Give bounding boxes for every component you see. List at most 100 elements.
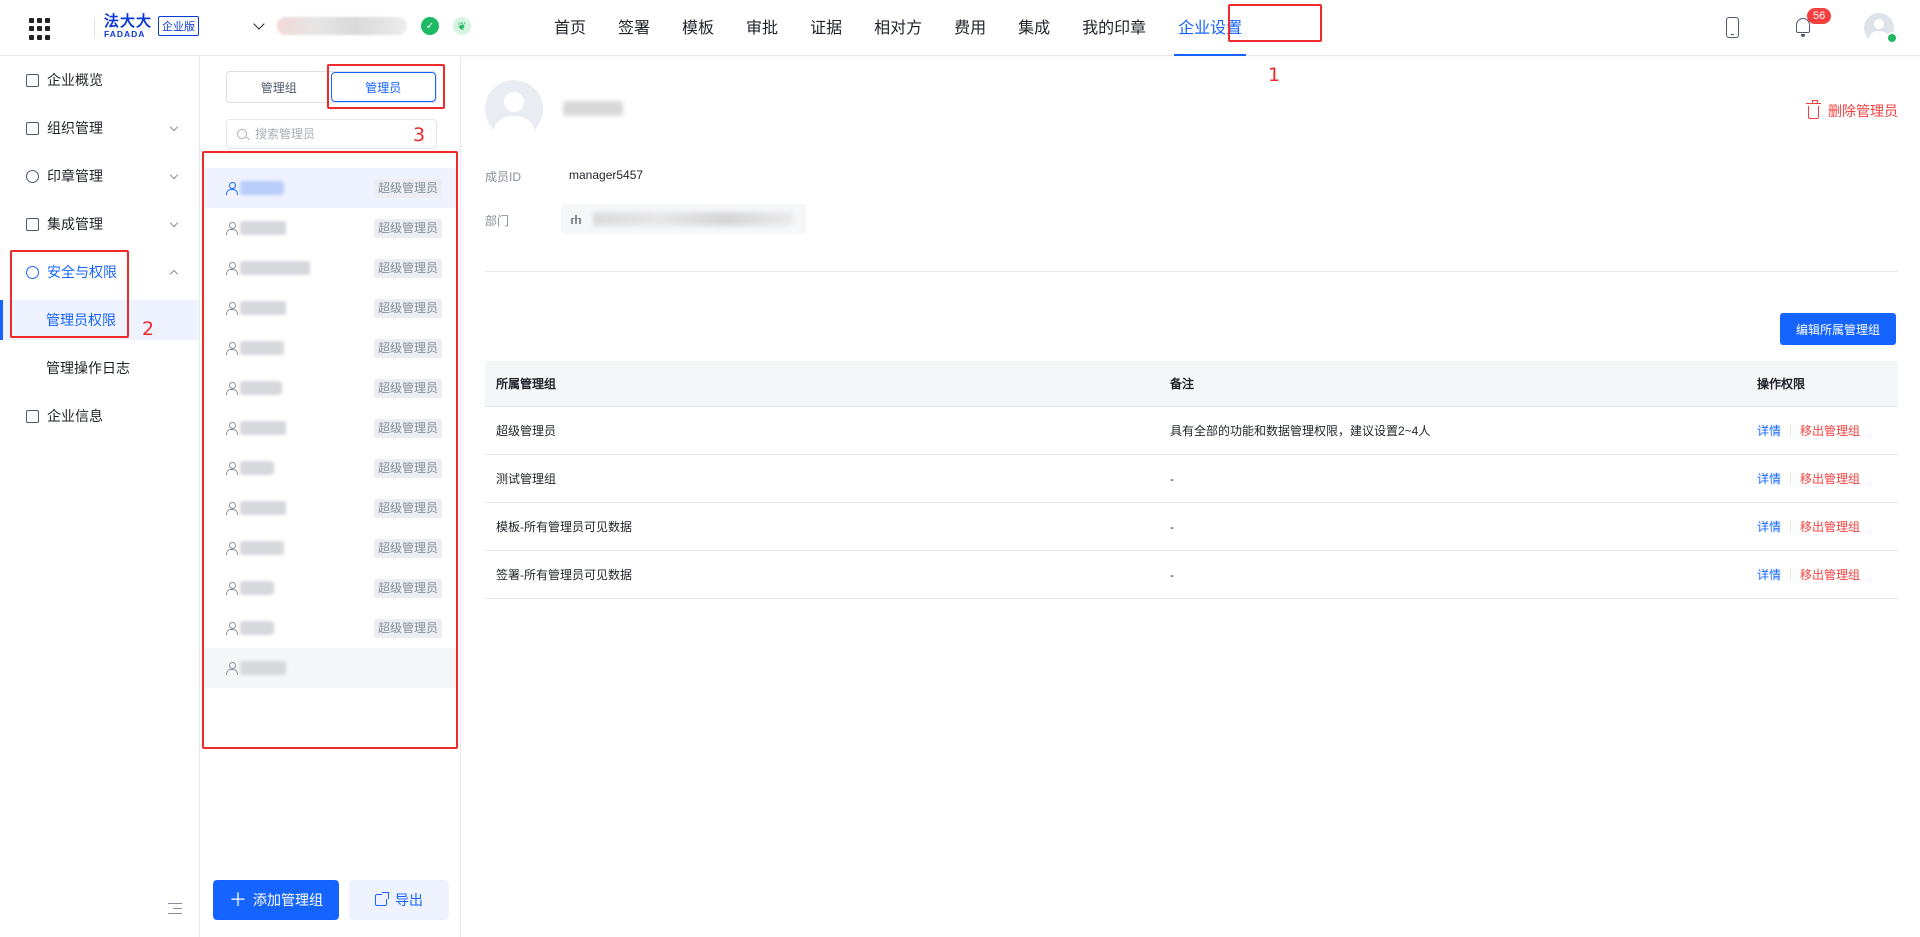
mobile-icon[interactable]: [1726, 17, 1739, 38]
admin-list-item[interactable]: 超级管理员: [204, 488, 456, 528]
role-tag: 超级管理员: [373, 259, 442, 278]
admin-list-item[interactable]: 超级管理员: [204, 248, 456, 288]
delete-admin-button[interactable]: 删除管理员: [1806, 99, 1898, 121]
sidebar-item-seals[interactable]: 印章管理: [0, 156, 199, 196]
sidebar-item-integration[interactable]: 集成管理: [0, 204, 199, 244]
admin-list-panel: 管理组 管理员 3 超级管理员 超级管理员 超级管理员 超级管理员: [200, 56, 461, 937]
tab-admin-groups[interactable]: 管理组: [227, 72, 331, 102]
table-row: 测试管理组 - 详情 移出管理组: [485, 455, 1898, 503]
person-icon: [226, 542, 238, 555]
plus-icon: ＋: [229, 890, 247, 910]
admin-search[interactable]: [226, 119, 437, 149]
sidebar-item-security[interactable]: 安全与权限: [0, 252, 199, 292]
app-grid-icon[interactable]: [29, 18, 51, 40]
row-actions: 详情 移出管理组: [1757, 422, 1860, 439]
chevron-down-icon[interactable]: [253, 18, 265, 30]
nav-enterprise-settings[interactable]: 企业设置: [1162, 0, 1258, 56]
delete-admin-label: 删除管理员: [1828, 103, 1898, 119]
chevron-up-icon: [169, 269, 179, 279]
admin-detail-panel: 删除管理员 成员ID manager5457 部门 编辑所属管理组 所属管理组 …: [462, 56, 1920, 937]
export-button[interactable]: 导出: [349, 880, 449, 920]
admin-groups-table: 所属管理组 备注 操作权限 超级管理员 具有全部的功能和数据管理权限，建议设置2…: [485, 361, 1898, 599]
detail-link[interactable]: 详情: [1757, 566, 1781, 583]
tab-admins[interactable]: 管理员: [330, 72, 436, 102]
group-name: 签署-所有管理员可见数据: [496, 568, 632, 582]
nav-billing[interactable]: 费用: [938, 0, 1002, 56]
top-bar: 法大大 FADADA 企业版 ✓ ❦ 首页 签署 模板 审批 证据 相对方 费用…: [0, 0, 1920, 56]
admin-list-item[interactable]: 超级管理员: [204, 568, 456, 608]
export-label: 导出: [395, 892, 423, 908]
add-admin-group-label: 添加管理组: [253, 892, 323, 908]
admin-list-item[interactable]: [204, 648, 456, 688]
admin-name-redacted: [240, 421, 286, 435]
annotation-number-2: 2: [142, 318, 155, 340]
remove-from-group-link[interactable]: 移出管理组: [1800, 470, 1860, 487]
role-tag: 超级管理员: [373, 299, 442, 318]
group-name: 模板-所有管理员可见数据: [496, 520, 632, 534]
person-icon: [226, 382, 238, 395]
admin-name-redacted: [240, 501, 286, 515]
trash-icon: [1806, 99, 1821, 119]
search-input[interactable]: [255, 127, 425, 141]
collapse-sidebar-icon[interactable]: [168, 903, 182, 915]
admin-list-item[interactable]: 超级管理员: [204, 368, 456, 408]
action-separator: [1790, 569, 1792, 580]
remove-from-group-link[interactable]: 移出管理组: [1800, 422, 1860, 439]
sidebar-item-company-info[interactable]: 企业信息: [0, 396, 199, 436]
export-icon: [375, 892, 389, 906]
nav-approval[interactable]: 审批: [730, 0, 794, 56]
detail-link[interactable]: 详情: [1757, 470, 1781, 487]
sidebar-item-organization[interactable]: 组织管理: [0, 108, 199, 148]
add-admin-group-button[interactable]: ＋ 添加管理组: [213, 880, 339, 920]
admin-list-item[interactable]: 超级管理员: [204, 208, 456, 248]
admin-list-item[interactable]: 超级管理员: [204, 528, 456, 568]
group-note: -: [1170, 471, 1174, 486]
group-note: -: [1170, 567, 1174, 582]
nav-counterparty[interactable]: 相对方: [858, 0, 938, 56]
nav-integration[interactable]: 集成: [1002, 0, 1066, 56]
logo-mark: 法大大 FADADA: [104, 14, 152, 39]
remove-from-group-link[interactable]: 移出管理组: [1800, 518, 1860, 535]
admin-list-item[interactable]: 超级管理员: [204, 168, 456, 208]
action-separator: [1790, 521, 1792, 532]
nav-home[interactable]: 首页: [538, 0, 602, 56]
admin-list-item[interactable]: 超级管理员: [204, 448, 456, 488]
logo-name-en: FADADA: [104, 29, 146, 39]
shield-check-icon: ✓: [421, 17, 439, 35]
sidebar-item-admin-logs[interactable]: 管理操作日志: [0, 348, 199, 388]
nav-my-seals[interactable]: 我的印章: [1066, 0, 1162, 56]
layers-icon: [26, 217, 39, 231]
remove-from-group-link[interactable]: 移出管理组: [1800, 566, 1860, 583]
organization-icon: [26, 121, 39, 135]
sidebar-item-overview[interactable]: 企业概览: [0, 60, 199, 100]
admin-name-redacted: [240, 581, 274, 595]
admin-list-item[interactable]: 超级管理员: [204, 608, 456, 648]
admin-list-item[interactable]: 超级管理员: [204, 288, 456, 328]
sidebar: 企业概览 组织管理 印章管理 集成管理 安全与权限 管理员权限 管理操作日志 企…: [0, 56, 200, 937]
sidebar-item-label: 安全与权限: [47, 264, 117, 280]
sidebar-item-admin-permissions[interactable]: 管理员权限: [0, 300, 199, 340]
nav-sign[interactable]: 签署: [602, 0, 666, 56]
admin-name-redacted: [240, 261, 310, 275]
admin-name-redacted: [240, 541, 284, 555]
view-toggle: 管理组 管理员: [226, 71, 437, 103]
person-icon: [226, 462, 238, 475]
sidebar-item-label: 管理员权限: [46, 312, 116, 328]
admin-name-redacted: [240, 661, 286, 675]
role-tag: 超级管理员: [373, 619, 442, 638]
admin-list-item[interactable]: 超级管理员: [204, 408, 456, 448]
logo-name-cn: 法大大: [104, 13, 153, 30]
row-actions: 详情 移出管理组: [1757, 566, 1860, 583]
admin-name-redacted: [240, 181, 284, 195]
brand-logo[interactable]: 法大大 FADADA 企业版: [104, 14, 200, 39]
detail-link[interactable]: 详情: [1757, 518, 1781, 535]
main-nav: 首页 签署 模板 审批 证据 相对方 费用 集成 我的印章 企业设置: [538, 0, 1258, 56]
edit-admin-groups-button[interactable]: 编辑所属管理组: [1780, 313, 1896, 345]
admin-list-item[interactable]: 超级管理员: [204, 328, 456, 368]
person-icon: [226, 302, 238, 315]
nav-template[interactable]: 模板: [666, 0, 730, 56]
notification-badge: 56: [1807, 8, 1832, 24]
detail-link[interactable]: 详情: [1757, 422, 1781, 439]
nav-evidence[interactable]: 证据: [794, 0, 858, 56]
org-switcher[interactable]: ✓ ❦: [253, 17, 471, 35]
